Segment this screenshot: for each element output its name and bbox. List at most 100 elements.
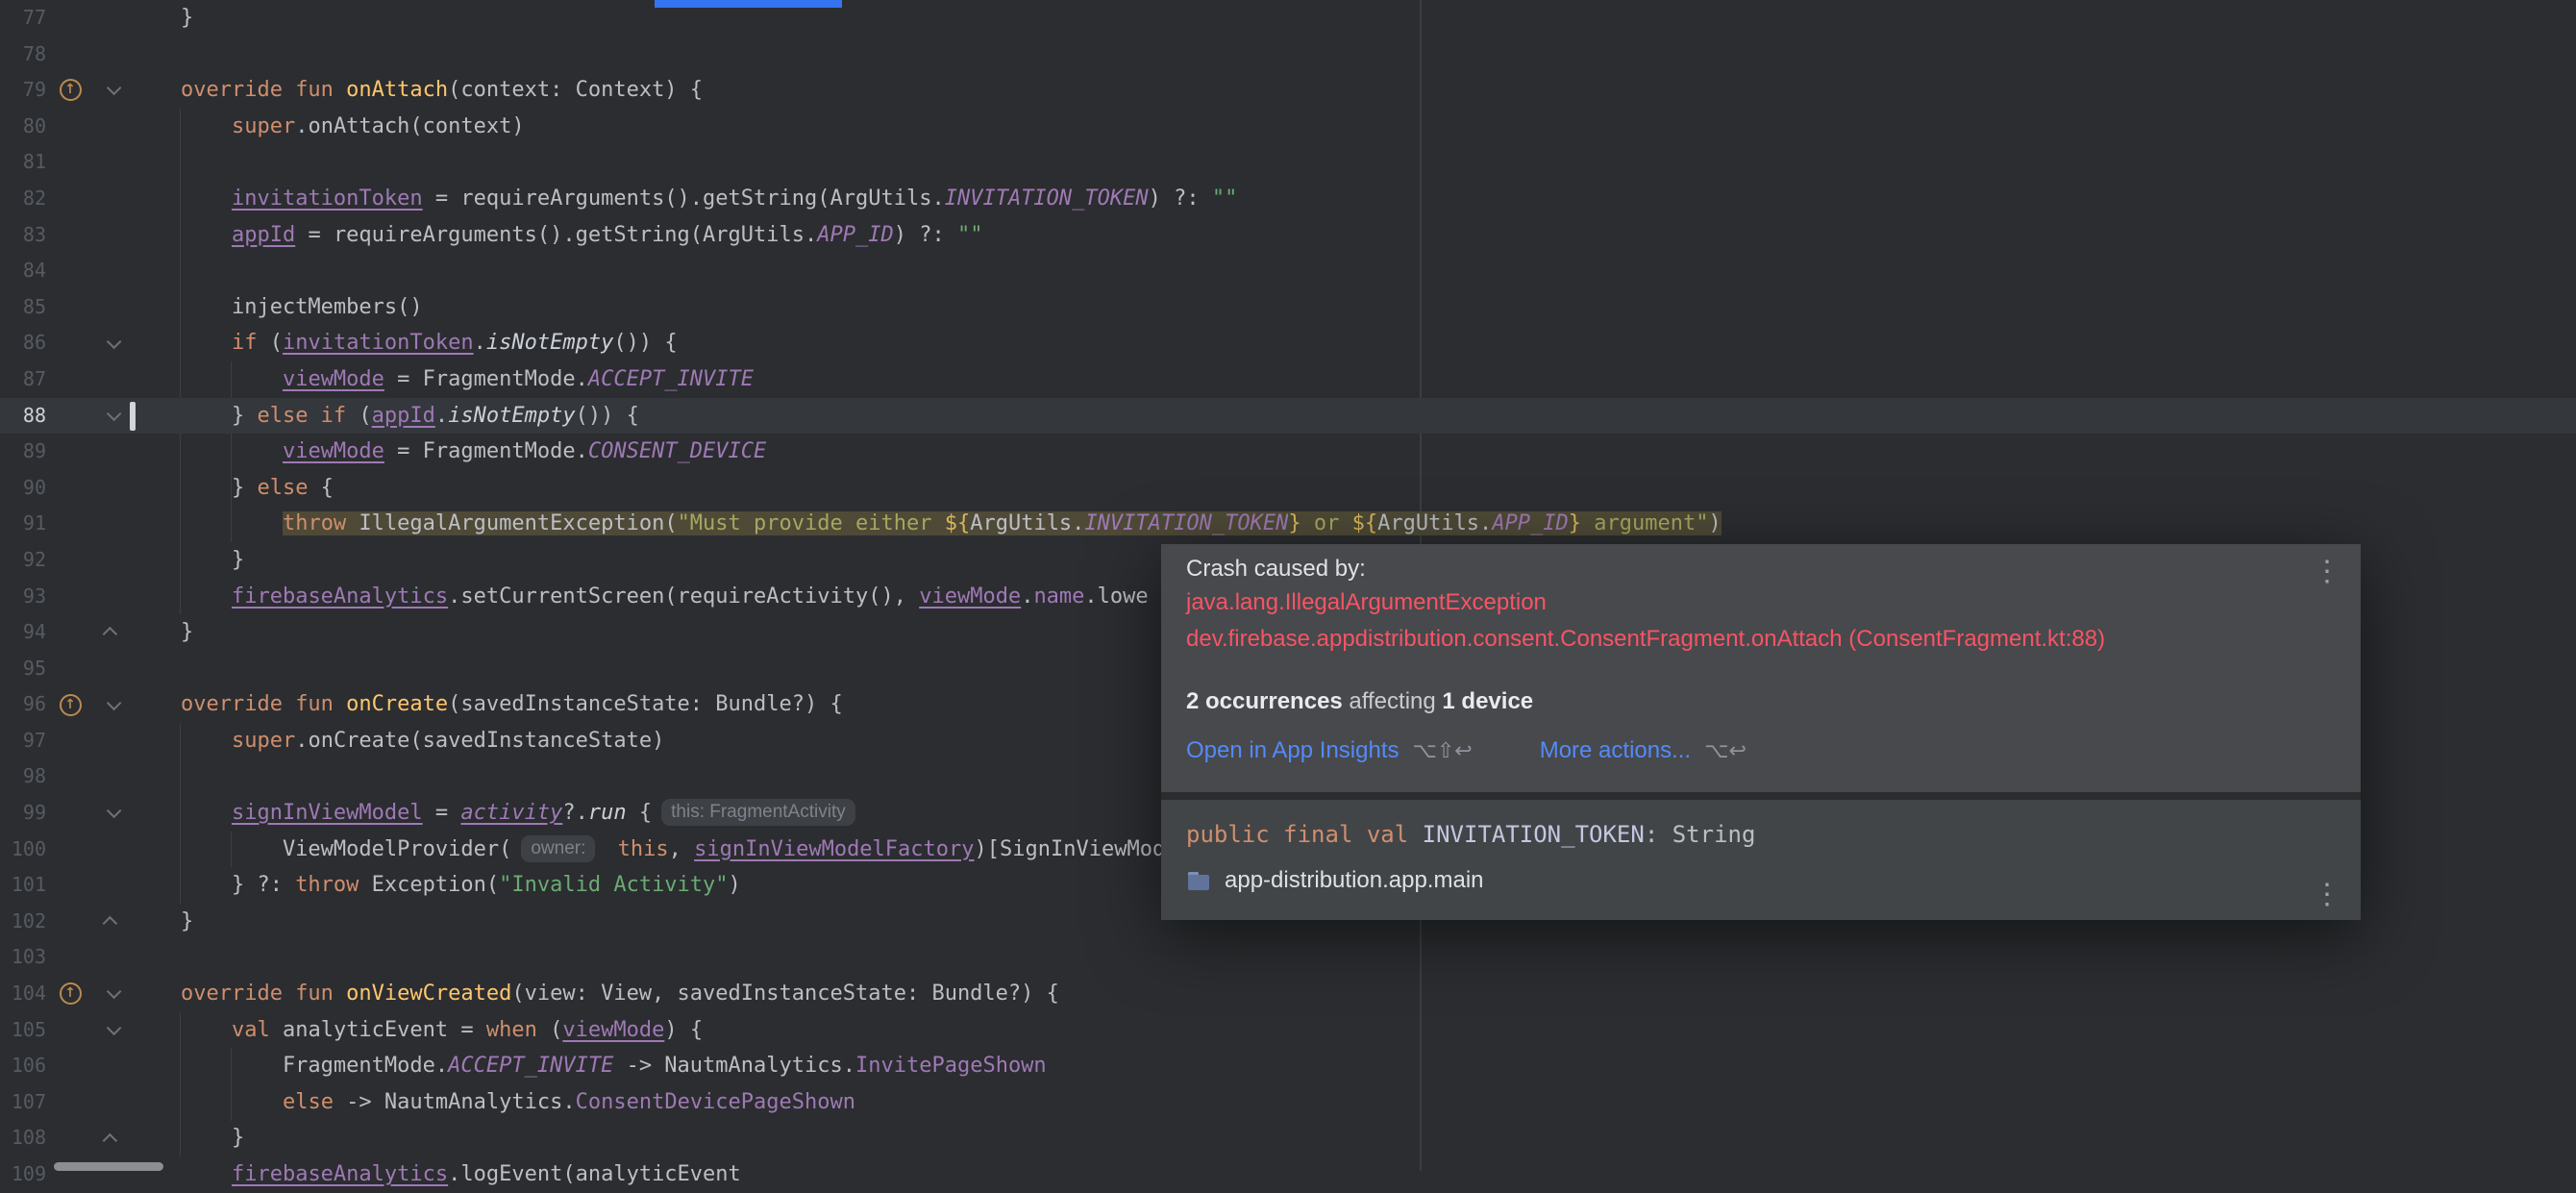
code-token: INVITATION_TOKEN xyxy=(944,186,1149,211)
line-number[interactable]: 94 xyxy=(0,614,46,651)
more-actions-link[interactable]: More actions... xyxy=(1540,737,1691,764)
code-text[interactable] xyxy=(130,939,2576,976)
line-number[interactable]: 102 xyxy=(0,904,46,940)
kebab-menu-icon[interactable]: ⋮ xyxy=(2313,558,2341,586)
line-number[interactable]: 92 xyxy=(0,542,46,579)
line-number[interactable]: 109 xyxy=(0,1156,46,1193)
code-text[interactable] xyxy=(130,37,2576,73)
line-number[interactable]: 83 xyxy=(0,217,46,254)
code-token: (context: Context) { xyxy=(448,78,704,103)
line-number[interactable]: 85 xyxy=(0,289,46,326)
override-arrow-icon: ↑ xyxy=(59,693,82,716)
gutter-spacer xyxy=(46,325,94,361)
code-text[interactable]: FragmentMode.ACCEPT_INVITE -> NautmAnaly… xyxy=(130,1048,2576,1084)
line-number[interactable]: 93 xyxy=(0,579,46,615)
code-token: CONSENT_DEVICE xyxy=(587,439,767,464)
line-number[interactable]: 100 xyxy=(0,832,46,868)
line-number[interactable]: 95 xyxy=(0,651,46,687)
open-in-app-insights-link[interactable]: Open in App Insights xyxy=(1186,737,1399,764)
code-token: , xyxy=(668,836,695,861)
code-token: INVITATION_TOKEN xyxy=(1084,511,1289,536)
line-number[interactable]: 79 xyxy=(0,72,46,109)
code-token: run xyxy=(587,801,627,826)
code-token: ) xyxy=(1708,511,1721,536)
fold-chevron-icon[interactable] xyxy=(94,614,130,651)
code-line: 108 } xyxy=(0,1120,2576,1156)
line-number[interactable]: 99 xyxy=(0,795,46,832)
line-number[interactable]: 81 xyxy=(0,144,46,181)
code-text[interactable]: viewMode = FragmentMode.CONSENT_DEVICE xyxy=(130,434,2576,470)
code-text[interactable]: } else if (appId.isNotEmpty()) { xyxy=(130,398,2576,435)
fold-chevron-icon[interactable] xyxy=(94,325,130,361)
fold-chevron-icon[interactable] xyxy=(94,1012,130,1049)
line-number[interactable]: 84 xyxy=(0,253,46,289)
code-line: 87 viewMode = FragmentMode.ACCEPT_INVITE xyxy=(0,361,2576,398)
gutter-spacer xyxy=(46,651,94,687)
code-text[interactable]: invitationToken = requireArguments().get… xyxy=(130,181,2576,217)
line-number[interactable]: 108 xyxy=(0,1120,46,1156)
line-number[interactable]: 89 xyxy=(0,434,46,470)
fold-chevron-icon[interactable] xyxy=(94,795,130,832)
override-gutter-icon[interactable]: ↑ xyxy=(46,72,94,109)
code-token: ) { xyxy=(664,1017,704,1042)
code-text[interactable]: } xyxy=(130,0,2576,37)
code-token: val xyxy=(231,1017,270,1042)
code-text[interactable] xyxy=(130,253,2576,289)
code-token: override fun xyxy=(180,692,347,717)
line-number[interactable]: 96 xyxy=(0,686,46,723)
code-text[interactable]: else -> NautmAnalytics.ConsentDevicePage… xyxy=(130,1084,2576,1121)
line-number[interactable]: 101 xyxy=(0,867,46,904)
line-number[interactable]: 78 xyxy=(0,37,46,73)
line-number[interactable]: 86 xyxy=(0,325,46,361)
app-insights-crash-popup: Crash caused by: java.lang.IllegalArgume… xyxy=(1161,544,2361,920)
line-number[interactable]: 106 xyxy=(0,1048,46,1084)
code-text[interactable]: viewMode = FragmentMode.ACCEPT_INVITE xyxy=(130,361,2576,398)
code-line: 86 if (invitationToken.isNotEmpty()) { xyxy=(0,325,2576,361)
code-text[interactable]: } xyxy=(130,1120,2576,1156)
code-token: } xyxy=(130,6,194,30)
code-text[interactable]: injectMembers() xyxy=(130,289,2576,326)
fold-chevron-icon[interactable] xyxy=(94,686,130,723)
code-text[interactable]: override fun onAttach(context: Context) … xyxy=(130,72,2576,109)
code-text[interactable]: throw IllegalArgumentException("Must pro… xyxy=(130,506,2576,542)
line-number[interactable]: 88 xyxy=(0,398,46,435)
code-text[interactable]: appId = requireArguments().getString(Arg… xyxy=(130,217,2576,254)
override-gutter-icon[interactable]: ↑ xyxy=(46,976,94,1012)
line-number[interactable]: 80 xyxy=(0,109,46,145)
line-number[interactable]: 87 xyxy=(0,361,46,398)
line-number[interactable]: 91 xyxy=(0,506,46,542)
line-number[interactable]: 103 xyxy=(0,939,46,976)
code-token: "" xyxy=(956,222,983,247)
fold-chevron-icon[interactable] xyxy=(94,72,130,109)
code-text[interactable]: } else { xyxy=(130,470,2576,507)
code-text[interactable]: val analyticEvent = when (viewMode) { xyxy=(130,1012,2576,1049)
fold-chevron-icon[interactable] xyxy=(94,976,130,1012)
code-text[interactable]: if (invitationToken.isNotEmpty()) { xyxy=(130,325,2576,361)
horizontal-scrollbar-thumb[interactable] xyxy=(54,1162,163,1171)
line-number[interactable]: 77 xyxy=(0,0,46,37)
code-text[interactable]: firebaseAnalytics.logEvent(analyticEvent xyxy=(130,1156,2576,1193)
code-text[interactable]: override fun onViewCreated(view: View, s… xyxy=(130,976,2576,1012)
fold-chevron-icon[interactable] xyxy=(94,398,130,435)
line-number[interactable]: 97 xyxy=(0,723,46,759)
line-number[interactable]: 82 xyxy=(0,181,46,217)
code-text[interactable]: super.onAttach(context) xyxy=(130,109,2576,145)
code-token: .onAttach(context) xyxy=(295,113,525,138)
line-number[interactable]: 107 xyxy=(0,1084,46,1121)
line-number[interactable]: 105 xyxy=(0,1012,46,1049)
code-token: { xyxy=(308,475,334,500)
line-number[interactable]: 90 xyxy=(0,470,46,507)
line-number[interactable]: 98 xyxy=(0,758,46,795)
kebab-menu-icon[interactable]: ⋮ xyxy=(2313,881,2341,909)
override-gutter-icon[interactable]: ↑ xyxy=(46,686,94,723)
fold-chevron-icon[interactable] xyxy=(94,1120,130,1156)
line-number[interactable]: 104 xyxy=(0,976,46,1012)
code-text[interactable] xyxy=(130,144,2576,181)
fold-chevron-icon[interactable] xyxy=(94,904,130,940)
